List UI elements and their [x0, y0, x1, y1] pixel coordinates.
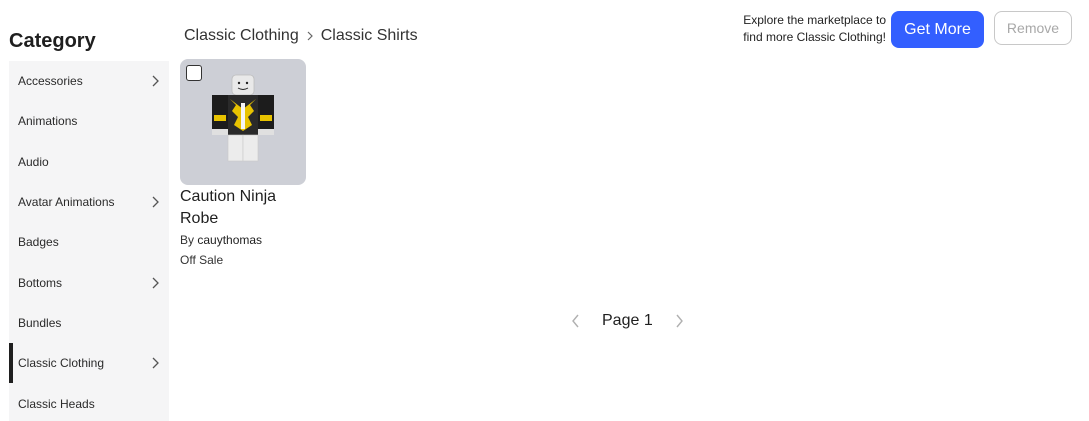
sidebar-item-label: Avatar Animations — [18, 195, 115, 210]
sidebar-item-classic-clothing[interactable]: Classic Clothing — [9, 343, 169, 384]
get-more-button[interactable]: Get More — [891, 11, 984, 48]
sidebar-item-accessories[interactable]: Accessories — [9, 61, 169, 101]
category-sidebar: Accessories Animations Audio Avatar Anim… — [9, 61, 169, 421]
chevron-left-icon — [572, 314, 579, 328]
sidebar-item-label: Classic Heads — [18, 396, 95, 411]
chevron-right-icon — [152, 196, 159, 208]
previous-page-button[interactable] — [566, 311, 586, 331]
item-creator: By cauythomas — [180, 233, 306, 247]
sidebar-item-label: Accessories — [18, 74, 83, 89]
next-page-button[interactable] — [669, 311, 689, 331]
sidebar-item-bottoms[interactable]: Bottoms — [9, 262, 169, 302]
sidebar-item-label: Audio — [18, 154, 49, 169]
item-select-checkbox[interactable] — [186, 65, 202, 81]
chevron-right-icon — [152, 357, 159, 369]
item-sale-status: Off Sale — [180, 253, 224, 267]
pagination: Page 1 — [566, 311, 689, 331]
sidebar-item-audio[interactable]: Audio — [9, 142, 169, 182]
promo-line: find more Classic Clothing! — [743, 30, 886, 44]
item-creator-name[interactable]: cauythomas — [197, 233, 262, 247]
chevron-right-icon — [307, 31, 313, 41]
chevron-right-icon — [152, 75, 159, 87]
breadcrumb-item-classic-clothing[interactable]: Classic Clothing — [184, 27, 299, 45]
sidebar-item-label: Animations — [18, 114, 78, 129]
chevron-right-icon — [676, 314, 683, 328]
marketplace-promo: Explore the marketplace to find more Cla… — [743, 12, 886, 46]
page-indicator: Page 1 — [602, 312, 653, 329]
promo-line: Explore the marketplace to — [743, 13, 886, 27]
item-creator-prefix: By — [180, 233, 195, 247]
sidebar-item-label: Bundles — [18, 315, 62, 330]
sidebar-item-label: Bottoms — [18, 275, 63, 290]
sidebar-item-classic-heads[interactable]: Classic Heads — [9, 383, 169, 421]
item-thumbnail[interactable] — [180, 59, 306, 185]
item-card[interactable]: Caution Ninja Robe By cauythomas Off Sal… — [180, 59, 306, 267]
category-heading: Category — [9, 30, 96, 52]
sidebar-item-badges[interactable]: Badges — [9, 222, 169, 262]
chevron-right-icon — [152, 277, 159, 289]
inventory-page: Category Accessories Animations Audio Av… — [0, 0, 1089, 421]
breadcrumb-item-classic-shirts: Classic Shirts — [320, 27, 418, 44]
sidebar-item-label: Badges — [18, 235, 59, 250]
sidebar-item-bundles[interactable]: Bundles — [9, 303, 169, 343]
breadcrumb: Classic Clothing Classic Shirts — [184, 27, 418, 45]
sidebar-item-animations[interactable]: Animations — [9, 101, 169, 141]
remove-button[interactable]: Remove — [994, 11, 1072, 45]
sidebar-item-avatar-animations[interactable]: Avatar Animations — [9, 182, 169, 222]
sidebar-item-label: Classic Clothing — [18, 356, 105, 371]
item-name[interactable]: Caution Ninja Robe — [180, 186, 290, 230]
